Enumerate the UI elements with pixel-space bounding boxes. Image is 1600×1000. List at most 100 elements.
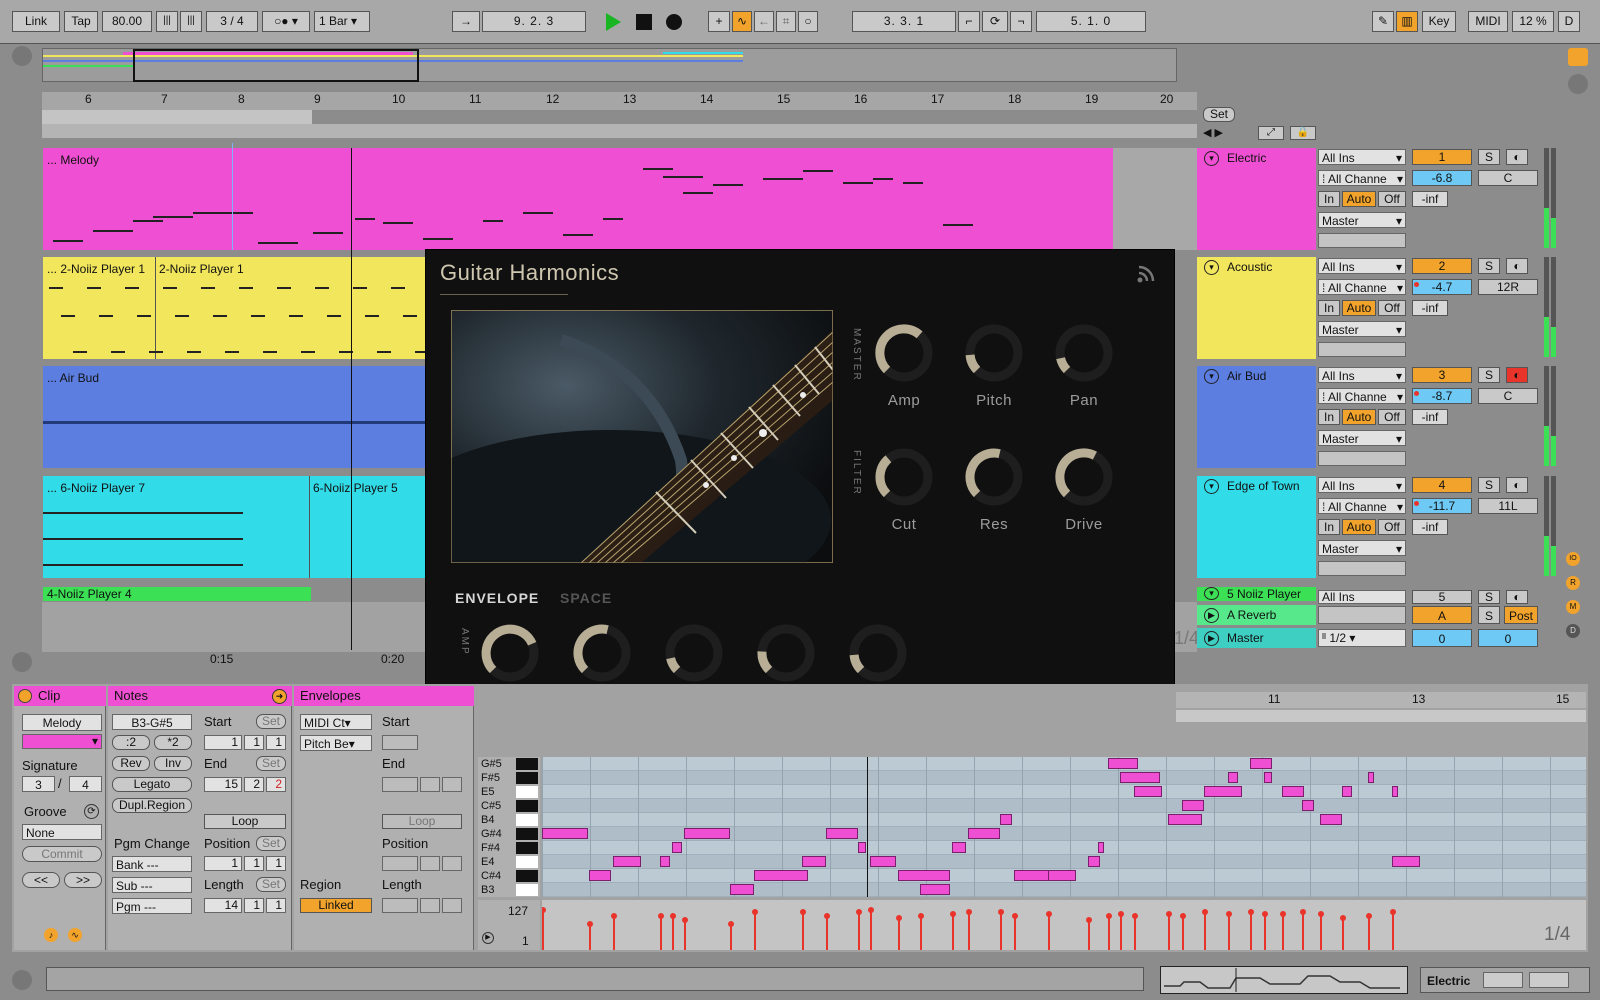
solo-button[interactable]: S	[1478, 477, 1500, 493]
piano-key[interactable]: F#4	[478, 841, 538, 855]
output-select[interactable]: Master ▾	[1318, 540, 1406, 556]
track-header-electric[interactable]: ▾ Electric	[1197, 148, 1316, 250]
info-toggle-icon[interactable]	[12, 970, 32, 990]
length-set-button[interactable]: Set	[256, 877, 286, 892]
pan-field[interactable]: 11L	[1478, 498, 1538, 514]
velocity-stem[interactable]	[918, 913, 924, 950]
clip-activator-icon[interactable]	[18, 689, 32, 703]
track-activator[interactable]: 1	[1412, 149, 1472, 165]
tap-tempo-button[interactable]: Tap	[64, 11, 98, 32]
mixer-toggle-button[interactable]: M	[1566, 600, 1580, 614]
piano-roll-grid[interactable]	[542, 757, 1586, 897]
env-length-beat[interactable]	[420, 898, 440, 913]
monitor-in-button[interactable]: In	[1318, 191, 1340, 207]
env-loop-button[interactable]: Loop	[382, 814, 462, 829]
play-icon[interactable]	[604, 12, 622, 32]
piano-key[interactable]: E5	[478, 785, 538, 799]
midi-note[interactable]	[952, 842, 966, 853]
solo-button[interactable]: S	[1478, 606, 1500, 624]
clip-noiiz-player-4[interactable]: 4-Noiiz Player 4	[43, 587, 311, 601]
arm-icon[interactable]: ◐	[1506, 477, 1528, 493]
velocity-stem[interactable]	[998, 909, 1004, 950]
velocity-stem[interactable]	[1118, 911, 1124, 950]
velocity-stem[interactable]	[670, 913, 676, 950]
returns-toggle-button[interactable]: R	[1566, 576, 1580, 590]
input-channel-select[interactable]: ⁞ All Channe ▾	[1318, 498, 1406, 514]
stop-icon[interactable]	[636, 14, 652, 30]
velocity-stem[interactable]	[868, 907, 874, 950]
master-pan[interactable]: 0	[1478, 629, 1538, 647]
tab-envelope[interactable]: ENVELOPE	[455, 590, 539, 606]
midi-note[interactable]	[1204, 786, 1242, 797]
link-button[interactable]: Link	[12, 11, 60, 32]
next-clip-button[interactable]: >>	[64, 872, 102, 888]
pan-knob[interactable]	[1053, 322, 1115, 384]
velocity-stem[interactable]	[896, 915, 902, 950]
rss-icon[interactable]	[1136, 264, 1158, 284]
session-record-icon[interactable]: ○	[798, 11, 818, 32]
fold-icon[interactable]: ▾	[1204, 151, 1219, 166]
start-bar[interactable]: 1	[204, 735, 242, 750]
arrangement-position-field[interactable]: 9. 2. 3	[482, 11, 586, 32]
double-length-button[interactable]: *2	[154, 735, 192, 750]
quantize-select[interactable]: 1 Bar ▾	[314, 11, 370, 32]
midi-note[interactable]	[1098, 842, 1104, 853]
arrow-right-icon[interactable]: ➜	[272, 689, 287, 704]
end-sixteenth[interactable]: 2	[266, 777, 286, 792]
nudge-down-icon[interactable]: |||	[156, 11, 178, 32]
position-set-button[interactable]: Set	[256, 836, 286, 851]
velocity-stem[interactable]	[1012, 913, 1018, 950]
input-type-select[interactable]: All Ins ▾	[1318, 477, 1406, 493]
clip-melody[interactable]: ... Melody	[43, 148, 1113, 250]
midi-note[interactable]	[754, 870, 808, 881]
solo-button[interactable]: S	[1478, 590, 1500, 604]
velocity-stem[interactable]	[1166, 911, 1172, 950]
position-bar[interactable]: 1	[204, 856, 242, 871]
draw-mode-icon[interactable]: ✎	[1372, 11, 1394, 32]
res-knob[interactable]	[963, 446, 1025, 508]
piano-key[interactable]: F#5	[478, 771, 538, 785]
commit-button[interactable]: Commit	[22, 846, 102, 862]
piano-roll-ruler[interactable]: 11 13 15	[1176, 692, 1586, 708]
play-icon[interactable]: ▶	[1204, 608, 1219, 623]
velocity-stem[interactable]	[542, 907, 546, 950]
arrangement-toggle-icon[interactable]	[12, 46, 32, 66]
midi-note[interactable]	[1000, 814, 1012, 825]
pan-field[interactable]: C	[1478, 388, 1538, 404]
env-length-field[interactable]	[382, 898, 418, 913]
midi-note[interactable]	[542, 828, 588, 839]
midi-note[interactable]	[1182, 800, 1204, 811]
velocity-stem[interactable]	[728, 921, 734, 950]
fold-icon[interactable]: ▾	[1204, 369, 1219, 384]
loop-switch-icon[interactable]: ⟳	[982, 11, 1008, 32]
midi-note[interactable]	[826, 828, 858, 839]
groove-pool-icon[interactable]: ⟳	[84, 804, 99, 819]
midi-note[interactable]	[1088, 856, 1100, 867]
end-beat[interactable]: 2	[244, 777, 264, 792]
midi-note[interactable]	[920, 884, 950, 895]
input-channel-select[interactable]: ⁞ All Channe ▾	[1318, 388, 1406, 404]
groove-select[interactable]: None	[22, 824, 102, 840]
solo-button[interactable]: S	[1478, 149, 1500, 165]
midi-note[interactable]	[870, 856, 896, 867]
master-volume[interactable]: 0	[1412, 629, 1472, 647]
velocity-stem[interactable]	[1106, 913, 1112, 950]
velocity-stem[interactable]	[1046, 911, 1052, 950]
back-to-arrangement-icon[interactable]: ←	[754, 11, 774, 32]
clip-name-field[interactable]: Melody	[22, 714, 102, 731]
input-type-select[interactable]: All Ins ▾	[1318, 149, 1406, 165]
input-channel-select[interactable]: ⁞ All Channe ▾	[1318, 279, 1406, 295]
bar-ruler[interactable]: 6 7 8 9 10 11 12 13 14 15 16 17 18 19 20	[42, 92, 1197, 110]
output-channel-select[interactable]	[1318, 451, 1406, 466]
midi-note[interactable]	[1264, 772, 1272, 783]
loop-button[interactable]: Loop	[204, 814, 286, 829]
pan-field[interactable]: 12R	[1478, 279, 1538, 295]
midi-map-button[interactable]: MIDI	[1468, 11, 1508, 32]
midi-note[interactable]	[968, 828, 1000, 839]
expand-icon[interactable]: ⤢	[1258, 126, 1284, 140]
post-button[interactable]: Post	[1504, 606, 1538, 624]
linked-button[interactable]: Linked	[300, 898, 372, 913]
position-sixteenth[interactable]: 1	[266, 856, 286, 871]
fold-icon[interactable]: ▾	[1204, 260, 1219, 275]
velocity-stem[interactable]	[856, 909, 862, 950]
